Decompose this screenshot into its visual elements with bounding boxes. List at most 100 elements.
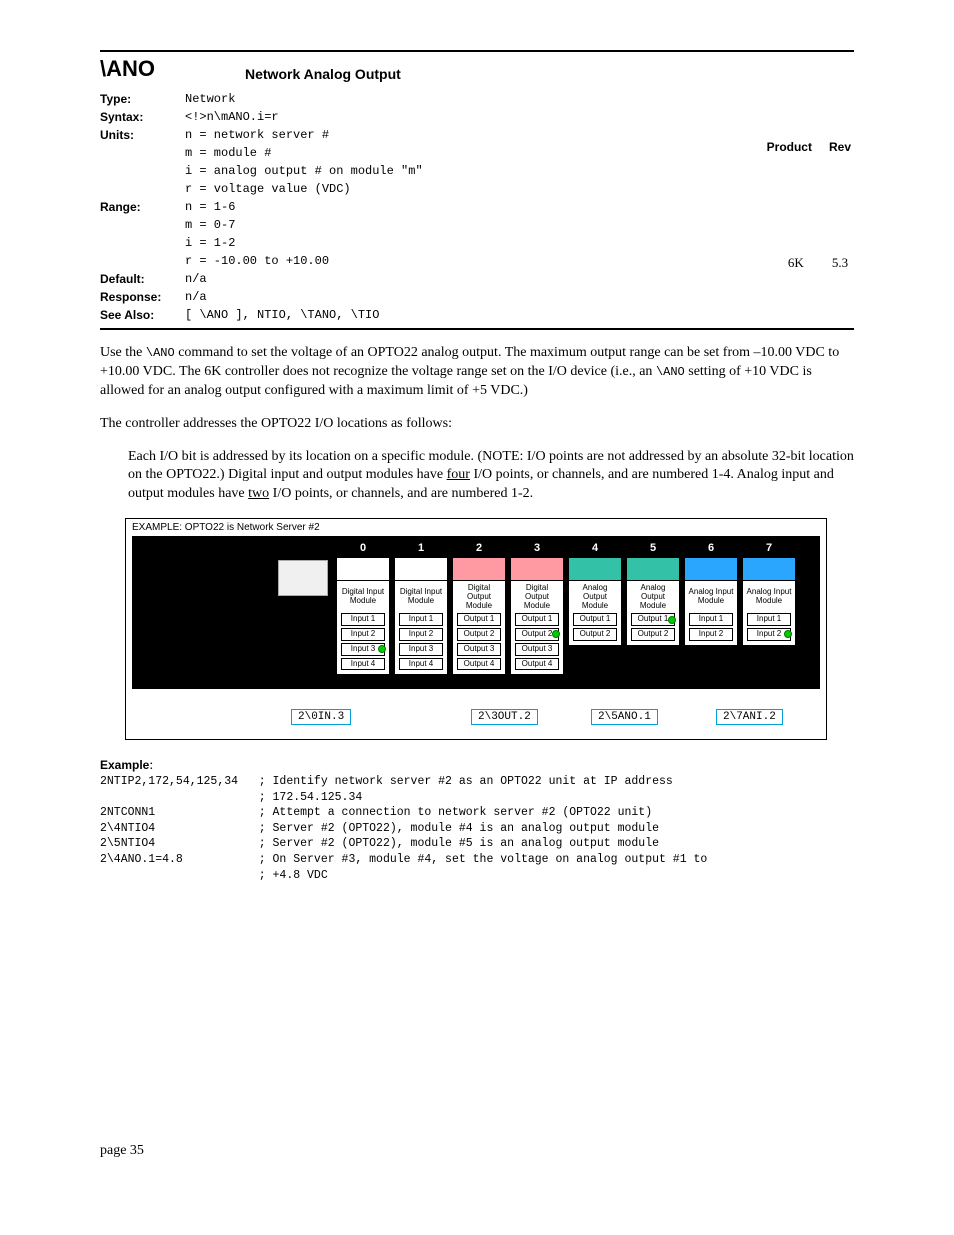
diagram-callout: 2\7ANI.2 (716, 709, 783, 725)
module-number: 2 (452, 542, 506, 557)
module-type-label: Digital Input Module (397, 583, 445, 611)
product-header: Product (766, 92, 826, 203)
module-slot: Output 4 (515, 658, 559, 671)
module-type-label: Analog Output Module (629, 583, 677, 611)
spec-seealso: [ \ANO ], NTIO, \TANO, \TIO (185, 306, 764, 324)
label-type: Type: (100, 90, 185, 108)
module-type-label: Digital Output Module (513, 583, 561, 611)
module-type-label: Analog Input Module (687, 583, 735, 611)
module-column: 4 Analog Output Module Output 1 Output 2 (568, 542, 622, 675)
module-cap (568, 557, 622, 580)
module-slot: Input 1 (689, 613, 733, 626)
module-body: Digital Output Module Output 1 Output 2 Out… (452, 580, 506, 675)
module-column: 5Analog Output ModuleOutput 1Output 2 (626, 542, 680, 675)
spec-type: Network (185, 90, 764, 108)
p1-cmd: \ANO (146, 346, 175, 360)
module-slot: Input 2 (341, 628, 385, 641)
paragraph-1: Use the \ANO command to set the voltage … (100, 344, 854, 401)
module-cap (684, 557, 738, 580)
diagram-black-panel: 0Digital Input ModuleInput 1Input 2Input… (132, 536, 820, 689)
module-cap (742, 557, 796, 580)
example-label: Example (100, 758, 149, 772)
module-column: 3Digital Output ModuleOutput 1Output 2Ou… (510, 542, 564, 675)
module-slot: Input 3 (399, 643, 443, 656)
module-number: 3 (510, 542, 564, 557)
rev-value: 5.3 (828, 205, 852, 322)
active-dot-icon (378, 645, 386, 653)
spec-range-1: m = 0-7 (185, 216, 764, 234)
module-column: 0Digital Input ModuleInput 1Input 2Input… (336, 542, 390, 675)
module-slot: Output 3 (457, 643, 501, 656)
module-number: 4 (568, 542, 622, 557)
module-cap (452, 557, 506, 580)
module-number: 7 (742, 542, 796, 557)
module-slot: Input 1 (399, 613, 443, 626)
spec-range-0: n = 1-6 (185, 198, 764, 216)
module-slot: Output 2 (457, 628, 501, 641)
module-slot: Output 1 (457, 613, 501, 626)
module-type-label: Digital Output Module (455, 583, 503, 611)
diagram-blank-slot (278, 560, 328, 596)
p3-u2: two (248, 486, 269, 501)
module-column: 2 Digital Output Module Output 1 Output 2 Ou… (452, 542, 506, 675)
module-body: Analog Input ModuleInput 1Input 2 (742, 580, 796, 646)
module-column: 1 Digital Input Module Input 1 Input 2 Input… (394, 542, 448, 675)
example-section: Example: 2NTIP2,172,54,125,34 ; Identify… (100, 758, 854, 883)
top-rule (100, 50, 854, 52)
module-slot: Output 2 (573, 628, 617, 641)
p3-c: I/O points, or channels, and are numbere… (269, 486, 533, 501)
spec-block: Type: Syntax: Units: Range: Default: Res… (100, 90, 854, 324)
spec-units-2: i = analog output # on module "m" (185, 162, 764, 180)
spec-values: Network <!>n\mANO.i=r n = network server… (185, 90, 764, 324)
module-slot: Output 2 (631, 628, 675, 641)
label-syntax: Syntax: (100, 108, 185, 126)
spec-labels: Type: Syntax: Units: Range: Default: Res… (100, 90, 185, 324)
diagram-callout: 2\3OUT.2 (471, 709, 538, 725)
module-slot: Input 4 (341, 658, 385, 671)
module-type-label: Analog Output Module (571, 583, 619, 611)
module-slot: Output 1 (631, 613, 675, 626)
label-units: Units: (100, 126, 185, 144)
page-number: page 35 (100, 1143, 854, 1159)
command-title: Network Analog Output (245, 66, 401, 82)
module-column: 7 Analog Input ModuleInput 1Input 2 (742, 542, 796, 675)
module-cap (394, 557, 448, 580)
module-body: Analog Output Module Output 1 Output 2 (568, 580, 622, 646)
module-cap (626, 557, 680, 580)
module-type-label: Digital Input Module (339, 583, 387, 611)
spec-units-3: r = voltage value (VDC) (185, 180, 764, 198)
module-slot: Input 2 (747, 628, 791, 641)
label-range: Range: (100, 198, 185, 216)
diagram-title: EXAMPLE: OPTO22 is Network Server #2 (126, 519, 826, 536)
spec-response: n/a (185, 288, 764, 306)
label-seealso: See Also: (100, 306, 185, 324)
module-body: Digital Input Module Input 1 Input 2 Input … (336, 580, 390, 675)
diagram: EXAMPLE: OPTO22 is Network Server #2 0Di… (125, 518, 827, 740)
module-slot: Output 1 (515, 613, 559, 626)
module-cap (510, 557, 564, 580)
diagram-callout: 2\5ANO.1 (591, 709, 658, 725)
command-header: \ANO Network Analog Output (100, 56, 854, 82)
active-dot-icon (552, 630, 560, 638)
module-body: Digital Output ModuleOutput 1Output 2Out… (510, 580, 564, 675)
diagram-callout: 2\0IN.3 (291, 709, 351, 725)
spec-units-1: m = module # (185, 144, 764, 162)
module-slot: Input 2 (399, 628, 443, 641)
module-cap (336, 557, 390, 580)
module-number: 1 (394, 542, 448, 557)
module-slot: Input 2 (689, 628, 733, 641)
p1-a: Use the (100, 345, 146, 360)
module-body: Digital Input Module Input 1 Input 2 Input … (394, 580, 448, 675)
p1-cmd2: \ANO (656, 365, 685, 379)
module-column: 6Analog Input ModuleInput 1Input 2 (684, 542, 738, 675)
spec-units-0: n = network server # (185, 126, 764, 144)
bottom-rule (100, 328, 854, 330)
spec-syntax: <!>n\mANO.i=r (185, 108, 764, 126)
module-slot: Output 1 (573, 613, 617, 626)
spec-range-3: r = -10.00 to +10.00 (185, 252, 764, 270)
product-rev-table: Product Rev 6K 5.3 (764, 90, 854, 324)
paragraph-3: Each I/O bit is addressed by its locatio… (128, 448, 854, 505)
module-body: Analog Output Module Output 1 Output 2 (626, 580, 680, 646)
module-slot: Input 1 (341, 613, 385, 626)
module-body: Analog Input Module Input 1 Input 2 (684, 580, 738, 646)
